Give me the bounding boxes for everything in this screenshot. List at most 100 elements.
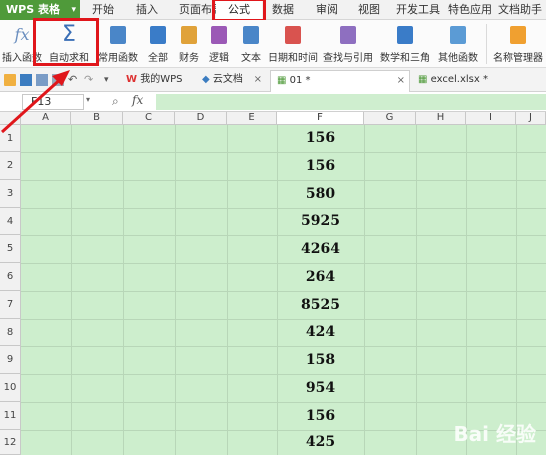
cell-f7[interactable]: 8525 (277, 291, 364, 319)
tab-insert[interactable]: 插入 (130, 0, 164, 20)
quick-access-bar: ↶ ↷ ▾ W 我的WPS ◆ 云文档 × ▦ 01 * × ▦ excel.x… (0, 68, 546, 92)
all-functions-button[interactable]: 全部 (142, 20, 174, 68)
column-header-h[interactable]: H (416, 112, 466, 125)
row-header-5[interactable]: 5 (0, 235, 21, 263)
print-icon[interactable] (36, 74, 48, 86)
name-box[interactable]: F13 (22, 94, 84, 110)
other-functions-button[interactable]: 其他函数 (434, 20, 482, 68)
tab-developer[interactable]: 开发工具 (394, 0, 442, 20)
close-icon[interactable]: × (397, 71, 405, 91)
spreadsheet-grid: A B C D E F G H I J 1 2 3 4 5 6 7 8 9 10… (0, 112, 546, 455)
cell-f10[interactable]: 954 (277, 374, 364, 402)
tab-excel-xlsx[interactable]: ▦ excel.xlsx * (412, 70, 546, 92)
datetime-label: 日期和时间 (268, 53, 318, 64)
lookup-book-icon (340, 26, 356, 44)
print-preview-icon[interactable] (52, 74, 64, 86)
sheet-file-icon: ▦ (277, 75, 287, 86)
column-header-c[interactable]: C (123, 112, 175, 125)
tab-highlight-box (212, 0, 266, 22)
cell-f3[interactable]: 580 (277, 180, 364, 208)
cell-f2[interactable]: 156 (277, 152, 364, 180)
finance-label: 财务 (179, 53, 199, 64)
text-book-icon (243, 26, 259, 44)
wps-app-button[interactable]: WPS 表格 ▾ (0, 0, 80, 20)
gridline (364, 125, 365, 455)
tab-doc-01[interactable]: ▦ 01 * × (270, 70, 410, 92)
column-header-d[interactable]: D (175, 112, 227, 125)
column-header-j[interactable]: J (516, 112, 546, 125)
name-box-value: F13 (31, 95, 52, 108)
row-header-9[interactable]: 9 (0, 346, 21, 374)
row-header-2[interactable]: 2 (0, 152, 21, 180)
lookup-label: 查找与引用 (323, 53, 373, 64)
row-header-10[interactable]: 10 (0, 374, 21, 402)
tab-special[interactable]: 特色应用 (446, 0, 494, 20)
open-folder-icon[interactable] (4, 74, 16, 86)
row-header-3[interactable]: 3 (0, 180, 21, 208)
tab-my-wps[interactable]: W 我的WPS (120, 70, 194, 92)
name-manager-icon (510, 26, 526, 44)
column-header-g[interactable]: G (364, 112, 416, 125)
cell-f4[interactable]: 5925 (277, 208, 364, 235)
row-header-1[interactable]: 1 (0, 125, 21, 152)
cell-area[interactable]: 156 156 580 5925 4264 264 8525 424 158 9… (21, 125, 546, 455)
chevron-down-icon[interactable]: ▾ (86, 95, 90, 104)
cell-f8[interactable]: 424 (277, 319, 364, 346)
logic-label: 逻辑 (209, 53, 229, 64)
autosum-highlight-box (33, 18, 99, 66)
cell-f6[interactable]: 264 (277, 263, 364, 291)
column-header-a[interactable]: A (21, 112, 71, 125)
other-book-icon (450, 26, 466, 44)
undo-icon[interactable]: ↶ (68, 74, 80, 86)
common-functions-button[interactable]: 常用函数 (96, 20, 140, 68)
tab-my-wps-label: 我的WPS (140, 74, 183, 85)
name-manager-label: 名称管理器 (493, 53, 543, 64)
datetime-button[interactable]: 日期和时间 (268, 20, 318, 68)
gridline (466, 125, 467, 455)
lookup-button[interactable]: 查找与引用 (322, 20, 374, 68)
text-functions-button[interactable]: 文本 (236, 20, 266, 68)
tab-data[interactable]: 数据 (268, 0, 298, 20)
cell-f9[interactable]: 158 (277, 346, 364, 374)
column-header-f[interactable]: F (277, 112, 364, 125)
chevron-down-icon[interactable]: ▾ (104, 74, 116, 86)
tab-review[interactable]: 审阅 (312, 0, 342, 20)
cell-f12[interactable]: 425 (277, 430, 364, 455)
column-header-b[interactable]: B (71, 112, 123, 125)
cell-f11[interactable]: 156 (277, 402, 364, 430)
row-header-8[interactable]: 8 (0, 319, 21, 346)
finance-book-icon (181, 26, 197, 44)
logic-button[interactable]: 逻辑 (204, 20, 234, 68)
cell-f1[interactable]: 156 (277, 125, 364, 152)
select-all-corner[interactable] (0, 112, 21, 125)
row-header-12[interactable]: 12 (0, 430, 21, 455)
tab-home[interactable]: 开始 (86, 0, 120, 20)
formula-ribbon: fx 插入函数 Σ 自动求和 常用函数 全部 财务 逻辑 文本 日期和时间 查找… (0, 18, 546, 68)
menu-bar: WPS 表格 ▾ 开始 插入 页面布局 公式 数据 审阅 视图 开发工具 特色应… (0, 0, 546, 22)
column-header-e[interactable]: E (227, 112, 277, 125)
close-icon[interactable]: × (254, 70, 262, 90)
row-header-6[interactable]: 6 (0, 263, 21, 291)
tab-doc-01-label: 01 * (289, 75, 311, 86)
save-icon[interactable] (20, 74, 32, 86)
gridline (175, 125, 176, 455)
cell-f5[interactable]: 4264 (277, 235, 364, 263)
row-header-11[interactable]: 11 (0, 402, 21, 430)
redo-icon[interactable]: ↷ (84, 74, 96, 86)
baidu-watermark: Bai 经验 (453, 422, 536, 446)
math-label: 数学和三角 (380, 53, 430, 64)
tab-doc-assistant[interactable]: 文档助手 (496, 0, 544, 20)
row-header-7[interactable]: 7 (0, 291, 21, 319)
tab-view[interactable]: 视图 (354, 0, 384, 20)
fx-icon[interactable]: fx (132, 93, 143, 107)
formula-input[interactable] (156, 94, 546, 110)
zoom-icon[interactable]: ⌕ (112, 94, 119, 109)
column-header-i[interactable]: I (466, 112, 516, 125)
tab-cloud-docs[interactable]: ◆ 云文档 × (196, 70, 266, 92)
row-header-4[interactable]: 4 (0, 208, 21, 235)
math-button[interactable]: 数学和三角 (378, 20, 432, 68)
name-manager-button[interactable]: 名称管理器 (490, 20, 546, 68)
all-functions-label: 全部 (148, 53, 168, 64)
formula-bar: F13 ▾ ⌕ fx (0, 92, 546, 112)
finance-button[interactable]: 财务 (174, 20, 204, 68)
